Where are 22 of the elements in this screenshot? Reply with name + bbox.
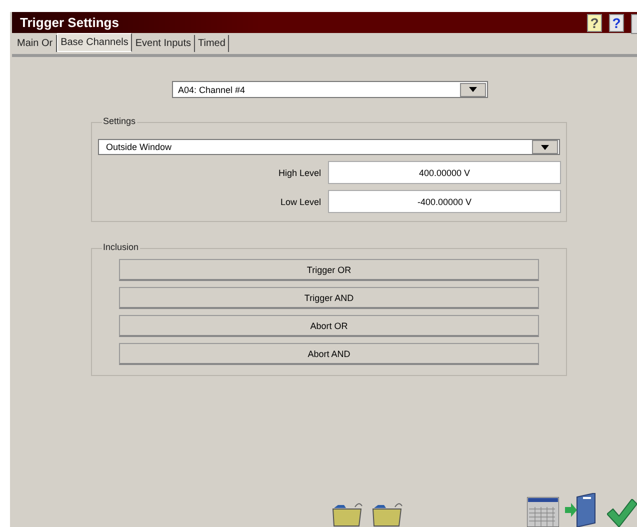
field-label: High Level <box>278 168 321 178</box>
inclusion-button[interactable]: Trigger OR <box>119 259 539 281</box>
window-title: Trigger Settings <box>20 15 120 30</box>
group-title: Inclusion <box>102 242 140 252</box>
input-field[interactable]: 400.00000 V <box>328 161 561 184</box>
help-button[interactable]: ? <box>609 14 624 32</box>
mode-dropdown[interactable]: Outside Window <box>98 139 560 155</box>
help-button[interactable]: ? <box>587 14 602 32</box>
inclusion-button[interactable]: Abort OR <box>119 315 539 337</box>
inclusion-button[interactable]: Trigger AND <box>119 287 539 309</box>
folder-icon[interactable] <box>331 501 365 527</box>
folder-icon[interactable] <box>371 501 405 527</box>
input-field[interactable]: -400.00000 V <box>328 190 561 213</box>
dropdown-value: Outside Window <box>105 142 173 152</box>
group-title: Settings <box>102 116 137 126</box>
tab[interactable]: Base Channels <box>56 33 132 52</box>
checkmark-icon[interactable] <box>607 499 637 527</box>
field-label: Low Level <box>280 196 321 206</box>
channel-dropdown[interactable]: A04: Channel #4 <box>172 81 488 98</box>
dropdown-value: A04: Channel #4 <box>177 84 246 94</box>
spreadsheet-icon[interactable] <box>527 497 559 527</box>
inclusion-button[interactable]: Abort AND <box>119 343 539 365</box>
